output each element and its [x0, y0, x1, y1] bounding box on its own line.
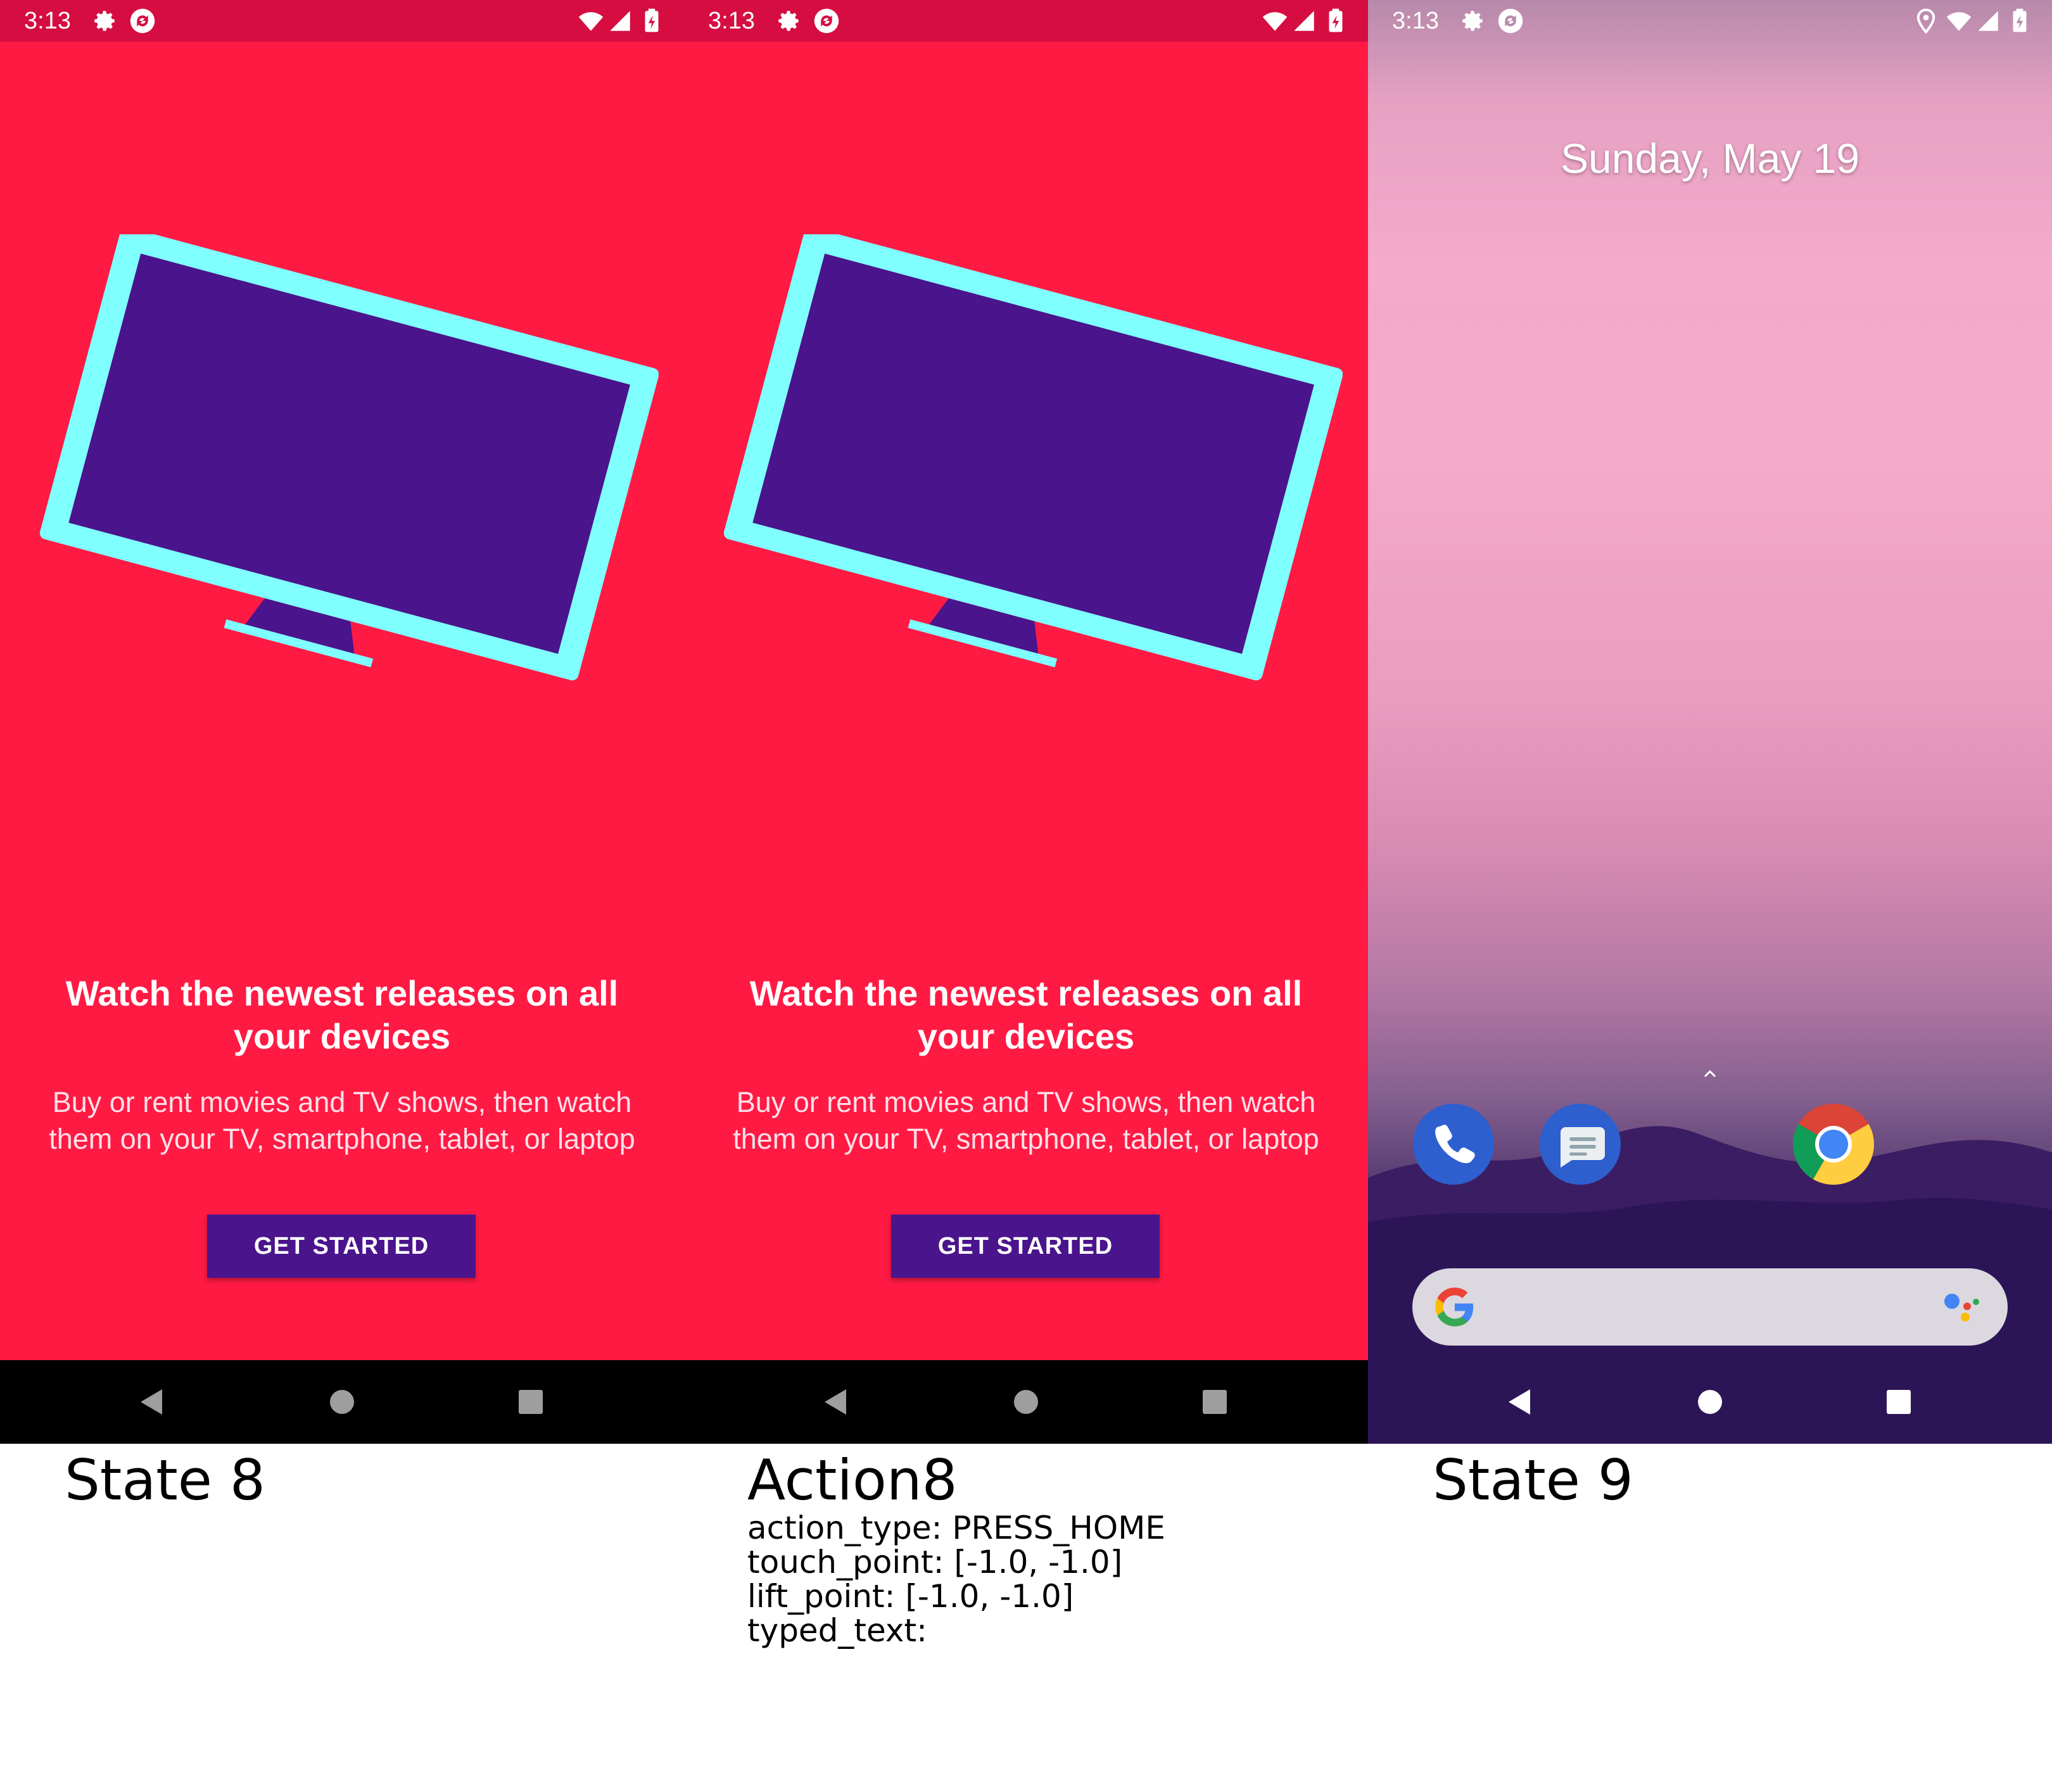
status-bar: 3:13 [0, 0, 684, 42]
navigation-bar [684, 1360, 1368, 1444]
state-9-home-screen: 3:13 Sunday, May 19 [1368, 0, 2052, 1444]
back-icon[interactable] [133, 1383, 171, 1421]
wifi-icon [1946, 12, 1972, 31]
onboarding-title: Watch the newest releases on all your de… [749, 973, 1303, 1056]
signal-icon [610, 11, 630, 31]
get-started-button[interactable]: GET STARTED [207, 1215, 476, 1278]
action-lift-point: lift_point: [-1.0, -1.0] [747, 1578, 1074, 1615]
back-icon[interactable] [817, 1383, 855, 1421]
home-icon[interactable] [323, 1383, 361, 1421]
recents-icon[interactable] [1196, 1383, 1234, 1421]
get-started-button[interactable]: GET STARTED [891, 1215, 1160, 1278]
state-9-caption: State 9 [1433, 1448, 1633, 1513]
home-icon[interactable] [1007, 1383, 1045, 1421]
google-search-bar[interactable] [1412, 1268, 2008, 1346]
status-time: 3:13 [24, 8, 71, 34]
messages-icon[interactable] [1538, 1102, 1623, 1187]
location-icon [1916, 8, 1935, 34]
status-bar: 3:13 [1368, 0, 2052, 42]
home-icon[interactable] [1691, 1383, 1729, 1421]
state-8-screen: 3:13 Watch the newest releases on all yo… [0, 0, 684, 1444]
onboarding-description: Buy or rent movies and TV shows, then wa… [733, 1086, 1319, 1155]
chrome-icon[interactable] [1791, 1102, 1876, 1187]
wifi-icon [1262, 12, 1288, 31]
back-icon[interactable] [1501, 1383, 1539, 1421]
sync-icon [130, 8, 155, 34]
status-time: 3:13 [1392, 8, 1439, 34]
onboarding-title: Watch the newest releases on all your de… [65, 973, 619, 1056]
settings-icon [1462, 11, 1483, 31]
home-date-widget[interactable]: Sunday, May 19 [1368, 134, 2052, 182]
state-8-caption: State 8 [65, 1448, 265, 1513]
recents-icon[interactable] [1880, 1383, 1918, 1421]
tv-illustration [723, 234, 1343, 681]
action-details: action_type: PRESS_HOME touch_point: [-1… [747, 1511, 1165, 1648]
phone-icon[interactable] [1411, 1102, 1496, 1187]
app-drawer-arrow-icon[interactable] [1697, 1064, 1723, 1083]
battery-icon [1329, 8, 1343, 32]
sync-icon [814, 8, 839, 34]
action-typed-text: typed_text: [747, 1612, 927, 1649]
sync-icon [1498, 8, 1523, 34]
settings-icon [94, 11, 115, 31]
navigation-bar [1368, 1360, 2052, 1444]
battery-icon [645, 8, 659, 32]
signal-icon [1294, 11, 1314, 31]
action-type: action_type: PRESS_HOME [747, 1510, 1165, 1546]
action-touch-point: touch_point: [-1.0, -1.0] [747, 1544, 1123, 1581]
status-bar: 3:13 [684, 0, 1368, 42]
settings-icon [778, 11, 799, 31]
battery-icon [2013, 8, 2027, 32]
google-assistant-icon[interactable] [1942, 1291, 1981, 1323]
onboarding-description: Buy or rent movies and TV shows, then wa… [49, 1086, 635, 1155]
action-8-screen: 3:13 Watch the newest releases on all yo… [684, 0, 1368, 1444]
google-g-icon [1435, 1287, 1474, 1327]
signal-icon [1978, 11, 1998, 31]
navigation-bar [0, 1360, 684, 1444]
status-time: 3:13 [708, 8, 755, 34]
recents-icon[interactable] [512, 1383, 550, 1421]
action-8-caption: Action8 [747, 1448, 958, 1513]
wifi-icon [578, 12, 604, 31]
tv-illustration [39, 234, 659, 681]
